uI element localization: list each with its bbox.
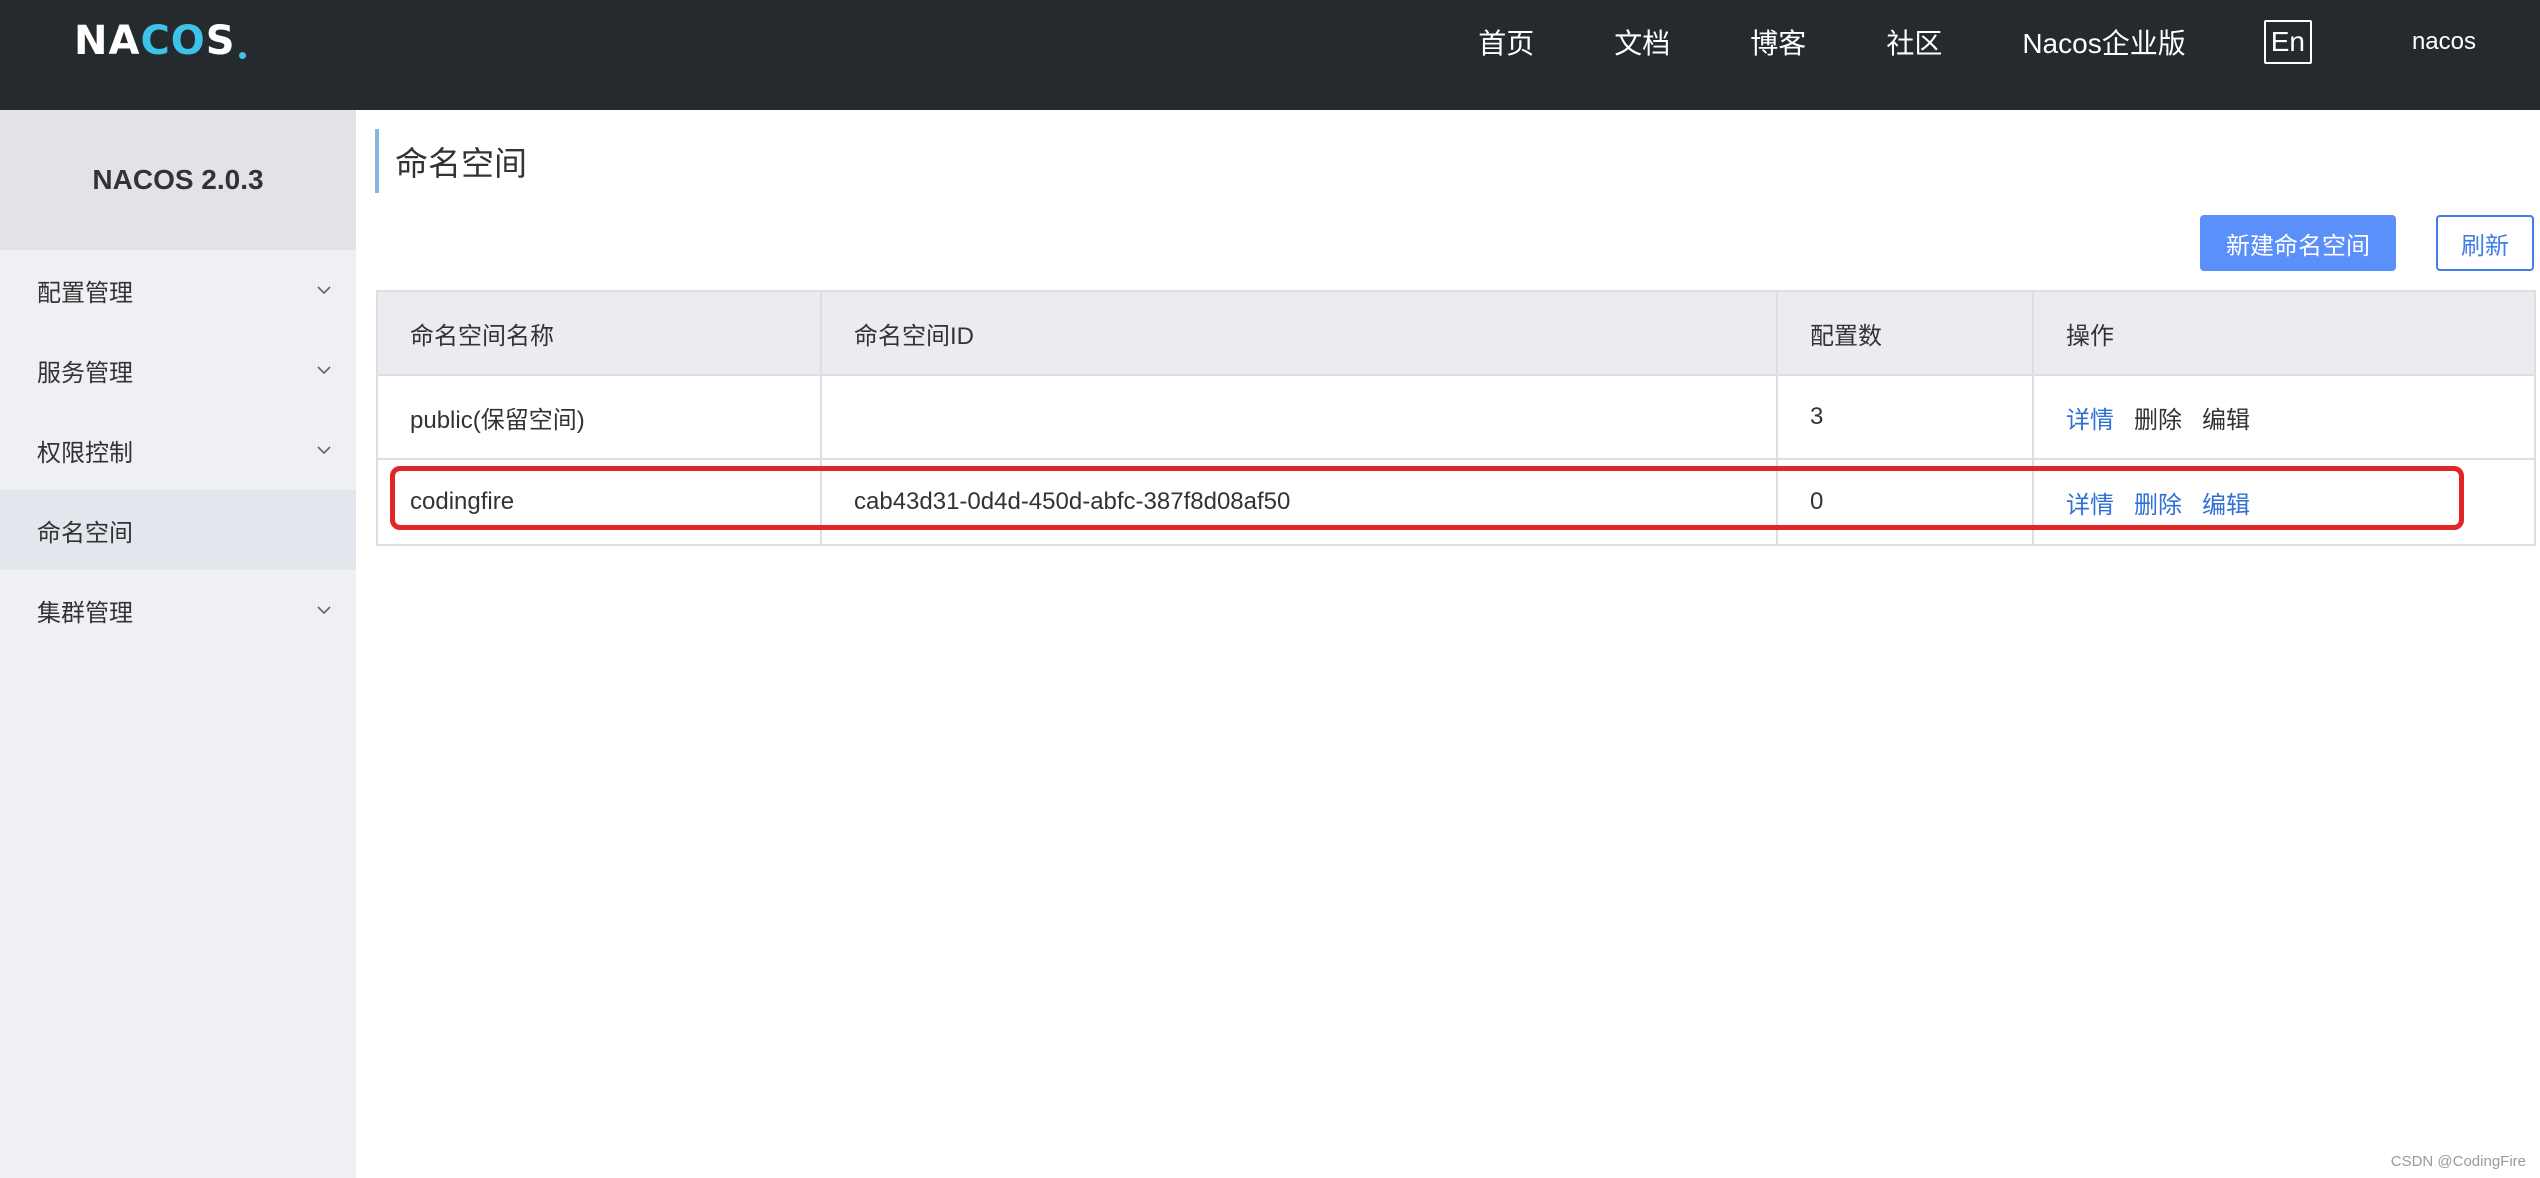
config-count-cell: 3 [1778,376,2034,458]
column-header-name: 命名空间名称 [378,292,822,374]
nav-community[interactable]: 社区 [1886,22,1942,62]
sidebar-item-label: 集群管理 [37,599,133,627]
watermark: CSDN @CodingFire [2390,1153,2526,1170]
namespace-table: 命名空间名称 命名空间ID 配置数 操作 public(保留空间) 3 详情 删… [376,290,2536,546]
sidebar-item-label: 命名空间 [37,519,133,547]
column-header-id: 命名空间ID [822,292,1778,374]
sidebar-item-label: 服务管理 [37,359,133,387]
column-header-actions: 操作 [2066,322,2114,350]
delete-link[interactable]: 删除 [2134,485,2182,520]
nav-docs[interactable]: 文档 [1614,22,1670,62]
top-navigation-bar: NA CO S 首页 文档 博客 社区 Nacos企业版 En nacos [0,0,2540,110]
sidebar: NACOS 2.0.3 配置管理 服务管理 权限控制 命名空间 集群管理 [0,110,356,1178]
chevron-down-icon [317,366,331,375]
sidebar-item-service-management[interactable]: 服务管理 [0,330,356,410]
namespace-id-cell [822,376,1778,458]
nav-blog[interactable]: 博客 [1750,22,1806,62]
sidebar-item-label: 配置管理 [37,279,133,307]
details-link[interactable]: 详情 [2066,485,2114,520]
edit-link[interactable]: 编辑 [2202,485,2250,520]
sidebar-item-label: 权限控制 [37,439,133,467]
language-toggle-button[interactable]: En [2263,20,2312,64]
nacos-logo[interactable]: NA CO S [74,18,246,64]
chevron-down-icon [317,606,331,615]
logo-text-left: NA [74,18,141,64]
edit-link-disabled: 编辑 [2202,406,2250,434]
main-content: 命名空间 新建命名空间 刷新 命名空间名称 命名空间ID 配置数 操作 publ… [356,110,2540,1178]
sidebar-item-cluster-management[interactable]: 集群管理 [0,570,356,650]
logo-text-right: S [205,18,236,64]
namespace-name-cell: public(保留空间) [378,376,822,458]
config-count-cell: 0 [1778,460,2034,544]
sidebar-item-config-management[interactable]: 配置管理 [0,250,356,330]
refresh-button[interactable]: 刷新 [2436,215,2534,271]
logo-text-accent: CO [140,18,206,64]
table-row: public(保留空间) 3 详情 删除 编辑 [378,376,2534,460]
top-nav: 首页 文档 博客 社区 Nacos企业版 En nacos [1478,0,2540,84]
column-header-config-count: 配置数 [1778,292,2034,374]
sidebar-version-title: NACOS 2.0.3 [0,110,356,250]
create-namespace-button[interactable]: 新建命名空间 [2200,215,2396,271]
details-link[interactable]: 详情 [2066,400,2114,435]
namespace-id-cell: cab43d31-0d4d-450d-abfc-387f8d08af50 [822,460,1778,544]
namespace-name-cell: codingfire [378,460,822,544]
user-menu[interactable]: nacos [2412,28,2476,56]
chevron-down-icon [317,286,331,295]
sidebar-item-namespace[interactable]: 命名空间 [0,490,356,570]
actions-cell: 详情 删除 编辑 [2034,376,2534,458]
actions-cell: 详情 删除 编辑 [2034,460,2534,544]
chevron-down-icon [317,446,331,455]
table-header-row: 命名空间名称 命名空间ID 配置数 操作 [378,292,2534,376]
page-title-container: 命名空间 [375,129,527,193]
sidebar-item-access-control[interactable]: 权限控制 [0,410,356,490]
table-row: codingfire cab43d31-0d4d-450d-abfc-387f8… [378,460,2534,544]
nav-enterprise[interactable]: Nacos企业版 [2022,22,2185,62]
logo-dot-icon [238,51,246,59]
page-title: 命名空间 [395,145,527,182]
delete-link-disabled: 删除 [2134,406,2182,434]
nav-home[interactable]: 首页 [1478,22,1534,62]
